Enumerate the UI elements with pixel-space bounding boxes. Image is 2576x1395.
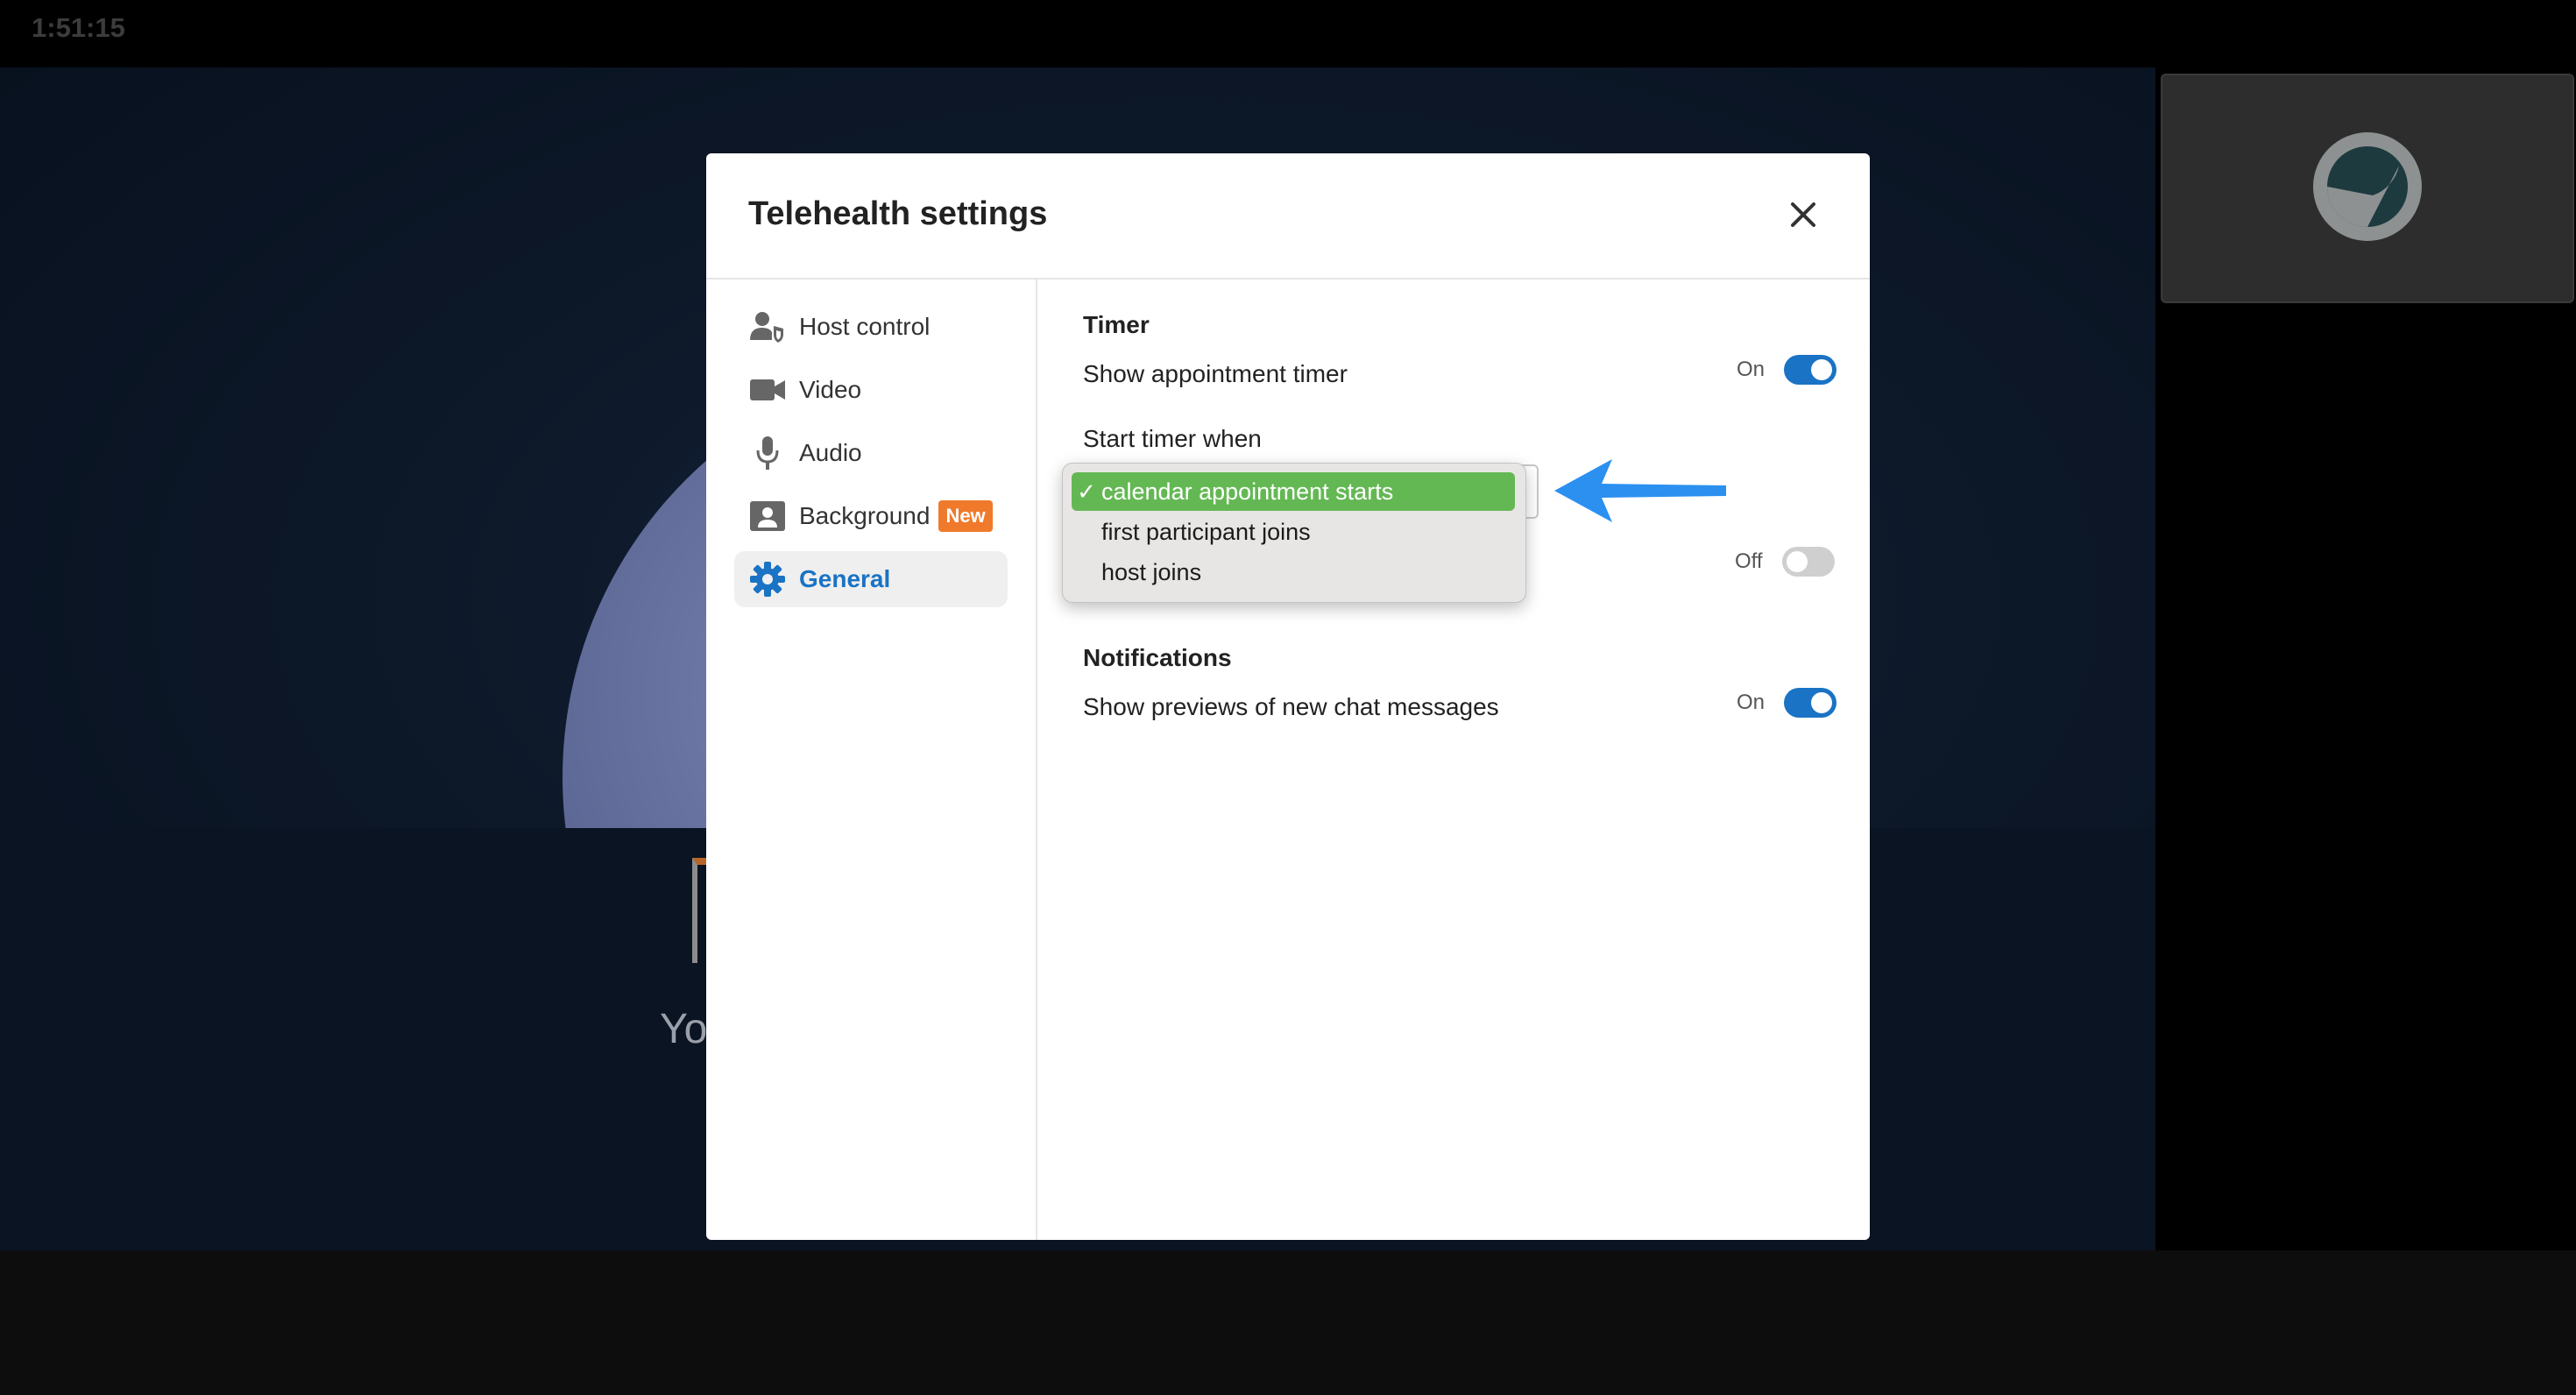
sidebar-item-background[interactable]: Background New	[734, 488, 1008, 544]
timer-section-title: Timer	[1083, 311, 1150, 338]
brand-logo-icon	[2313, 132, 2422, 241]
modal-title: Telehealth settings	[748, 195, 1048, 232]
elapsed-time: 1:51:15	[32, 12, 125, 43]
sidebar-item-host-control[interactable]: Host control	[734, 299, 1008, 355]
toggle-state-label: On	[1737, 690, 1766, 714]
video-camera-icon	[748, 372, 787, 407]
sidebar-item-label: Background	[799, 502, 931, 529]
show-timer-toggle[interactable]	[1784, 355, 1837, 385]
checkmark-icon: ✓	[1077, 478, 1096, 505]
option-label: host joins	[1101, 558, 1202, 585]
sidebar-item-general[interactable]: General	[734, 551, 1008, 607]
settings-sidebar: Host control Video Audio Background New …	[706, 280, 1037, 1240]
toggle-state-label: On	[1737, 358, 1766, 381]
close-icon[interactable]	[1786, 197, 1821, 232]
gear-icon	[748, 562, 787, 597]
start-timer-label: Start timer when	[1083, 425, 1262, 452]
toggle-knob	[1811, 359, 1833, 380]
show-timer-label: Show appointment timer	[1083, 360, 1348, 387]
toggle-knob	[1811, 692, 1833, 713]
option-label: first participant joins	[1101, 518, 1311, 545]
new-badge: New	[938, 500, 993, 532]
bottom-toolbar	[0, 1250, 2576, 1395]
video-placeholder-mark	[692, 858, 706, 963]
top-bar: 1:51:15	[0, 0, 2576, 67]
option-label: calendar appointment starts	[1101, 478, 1394, 505]
chat-preview-toggle-group: On	[1737, 688, 1837, 718]
self-caption-partial: Yo	[660, 1006, 708, 1052]
sidebar-item-label: Audio	[799, 439, 862, 466]
chat-preview-label: Show previews of new chat messages	[1083, 693, 1499, 720]
background-portrait-icon	[748, 499, 787, 534]
annotation-arrow-icon	[1554, 459, 1726, 522]
toggle-knob	[1786, 551, 1808, 572]
host-control-icon	[748, 309, 787, 344]
sidebar-item-label: Video	[799, 376, 862, 403]
general-settings-panel: Timer Show appointment timer On Start ti…	[1036, 280, 1870, 1240]
self-view-tile[interactable]	[2161, 74, 2574, 303]
modal-header: Telehealth settings	[706, 153, 1870, 280]
toggle-state-label: Off	[1735, 549, 1763, 573]
dropdown-option[interactable]: first participant joins	[1072, 513, 1515, 551]
show-timer-toggle-group: On	[1737, 355, 1837, 385]
dropdown-option[interactable]: host joins	[1072, 553, 1515, 591]
dropdown-option[interactable]: ✓ calendar appointment starts	[1072, 472, 1515, 511]
sidebar-item-label: General	[799, 565, 891, 592]
notifications-section-title: Notifications	[1083, 644, 1232, 671]
hidden-row-toggle-group: Off	[1735, 547, 1835, 577]
sidebar-item-video[interactable]: Video	[734, 362, 1008, 418]
chat-preview-toggle[interactable]	[1784, 688, 1837, 718]
microphone-icon	[748, 435, 787, 471]
settings-modal: Telehealth settings Host control Video A…	[706, 153, 1870, 1240]
sidebar-item-label: Host control	[799, 313, 931, 340]
start-timer-dropdown: ✓ calendar appointment starts first part…	[1062, 463, 1526, 603]
sidebar-item-audio[interactable]: Audio	[734, 425, 1008, 481]
hidden-row-toggle[interactable]	[1781, 547, 1835, 577]
